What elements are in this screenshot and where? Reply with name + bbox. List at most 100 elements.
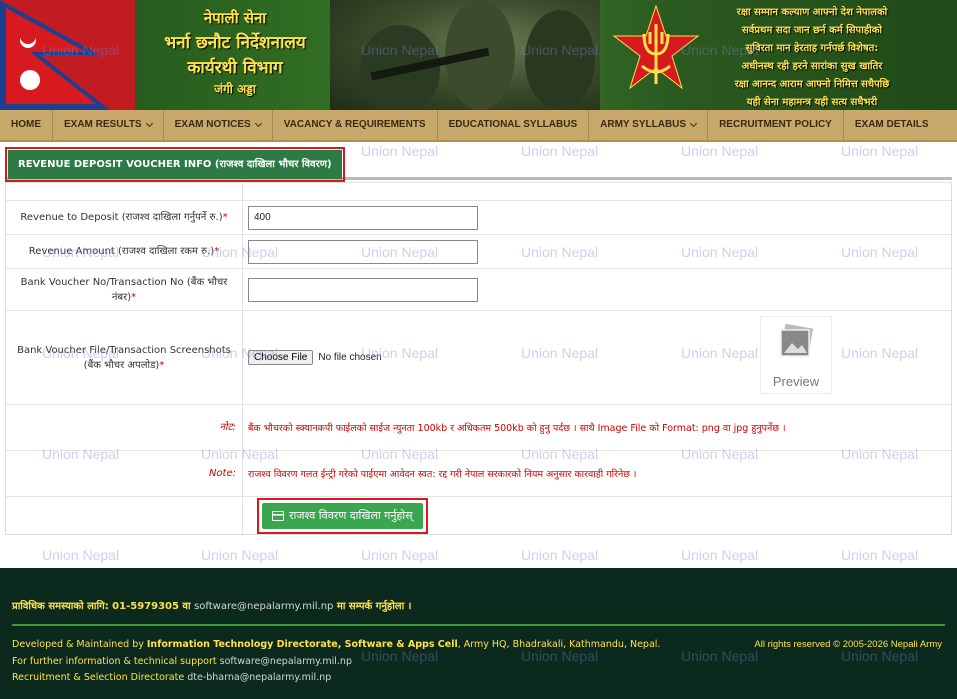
- watermark: Union Nepal: [841, 547, 919, 563]
- watermark: Union Nepal: [201, 547, 279, 563]
- voucher-no-input[interactable]: [248, 277, 478, 302]
- support-line: प्राविधिक समस्याको लागि: 01-5979305 वा s…: [12, 598, 411, 612]
- submit-label: राजश्व विवरण दाखिला गर्नुहोस्: [289, 509, 413, 522]
- field-cell: Choose File No file chosen: [243, 311, 951, 404]
- revenue-to-deposit-input[interactable]: 400: [248, 205, 478, 230]
- support-email[interactable]: software@nepalarmy.mil.np: [194, 601, 333, 612]
- copyright: All rights reserved © 2005-2026 Nepali A…: [754, 639, 942, 650]
- field-cell: 400: [243, 201, 951, 234]
- footer: प्राविधिक समस्याको लागि: 01-5979305 वा s…: [0, 568, 957, 699]
- choose-file-button[interactable]: Choose File: [248, 350, 314, 365]
- soldiers-image: [330, 0, 600, 110]
- note2-text: राजश्व विवरण गलत ईन्ट्री गरेको पाईएमा आव…: [248, 469, 637, 480]
- banner-line1: नेपाली सेना: [203, 9, 267, 27]
- empty-cell: [243, 183, 951, 200]
- revenue-amount-input[interactable]: [248, 239, 478, 264]
- row-note1: नोट: बैंक भौचरको स्क्यानकपी फाईलको साईज …: [6, 404, 951, 450]
- field-cell: [243, 235, 951, 268]
- motto-line: यही सेना महामन्त्र यही सत्य सधैभरी: [746, 97, 878, 108]
- nav-label: ARMY SYLLABUS: [600, 119, 687, 130]
- motto-line: अधीनस्थ रही हरने सारांका सुख खातिर: [741, 61, 883, 72]
- watermark: Union Nepal: [681, 547, 759, 563]
- credit-card-icon: [272, 510, 284, 521]
- label-voucher-no: Bank Voucher No/Transaction No (बैंक भौच…: [6, 269, 243, 310]
- nav-label: HOME: [11, 119, 41, 130]
- label-text: Bank Voucher No/Transaction No (बैंक भौच…: [20, 276, 228, 303]
- nav-label: EXAM RESULTS: [64, 119, 142, 130]
- row-voucher-no: Bank Voucher No/Transaction No (बैंक भौच…: [6, 268, 951, 310]
- info-email[interactable]: software@nepalarmy.mil.np: [220, 656, 352, 667]
- file-status: No file chosen: [318, 352, 382, 363]
- nav-recruitment-policy[interactable]: RECRUITMENT POLICY: [708, 110, 844, 140]
- submit-highlight: राजश्व विवरण दाखिला गर्नुहोस्: [257, 497, 428, 534]
- nav-exam-notices[interactable]: EXAM NOTICES: [164, 110, 273, 140]
- info-label: For further information & technical supp…: [12, 656, 217, 667]
- tab-revenue-deposit[interactable]: REVENUE DEPOSIT VOUCHER INFO (राजश्व दाख…: [5, 147, 345, 182]
- nav-exam-details[interactable]: EXAM DETAILS: [844, 110, 940, 140]
- required-mark: *: [159, 359, 165, 371]
- nav-exam-results[interactable]: EXAM RESULTS: [53, 110, 164, 140]
- label-text: Revenue to Deposit (राजश्व दाखिला गर्नुप…: [20, 212, 223, 223]
- motto-line: रक्षा आनन्द आराम आफ्नो निमित्त सधैपछि: [734, 79, 890, 90]
- dev-text: , Army HQ, Bhadrakali, Kathmandu, Nepal.: [457, 639, 661, 650]
- note1-text: बैंक भौचरको स्क्यानकपी फाईलको साईज न्युन…: [248, 423, 786, 434]
- rsd-line: Recruitment & Selection Directorate dte-…: [12, 672, 331, 683]
- row-revenue-to-deposit: Revenue to Deposit (राजश्व दाखिला गर्नुप…: [6, 200, 951, 234]
- chevron-down-icon: [690, 119, 698, 128]
- banner-line4: जंगी अड्डा: [214, 82, 256, 96]
- nav-educational-syllabus[interactable]: EDUCATIONAL SYLLABUS: [438, 110, 590, 140]
- label-revenue-to-deposit: Revenue to Deposit (राजश्व दाखिला गर्नुप…: [6, 201, 243, 234]
- chevron-down-icon: [254, 119, 262, 128]
- rsd-email[interactable]: dte-bharna@nepalarmy.mil.np: [187, 672, 331, 683]
- header-banner: नेपाली सेना भर्ना छनौट निर्देशनालय कार्य…: [0, 0, 957, 110]
- tab-bar: REVENUE DEPOSIT VOUCHER INFO (राजश्व दाख…: [5, 147, 952, 182]
- nav-label: RECRUITMENT POLICY: [719, 119, 832, 130]
- label-voucher-file: Bank Voucher File/Transaction Screenshot…: [6, 311, 243, 404]
- preview-label: Preview: [772, 374, 820, 389]
- motto-line: सुविरता मान हेरताह गर्नपर्छ विशेषत:: [745, 43, 879, 54]
- support-text: मा सम्पर्क गर्नुहोला ।: [333, 601, 412, 612]
- banner-line3: कार्यरथी विभाग: [187, 58, 283, 78]
- note2-label: Note:: [6, 451, 243, 496]
- chevron-down-icon: [145, 119, 153, 128]
- nav-home[interactable]: HOME: [0, 110, 53, 140]
- label-revenue-amount: Revenue Amount (राजश्व दाखिला रकम रु.)*: [6, 235, 243, 268]
- required-mark: *: [131, 291, 137, 303]
- row-submit: राजश्व विवरण दाखिला गर्नुहोस्: [6, 496, 951, 534]
- nav-army-syllabus[interactable]: ARMY SYLLABUS: [589, 110, 709, 140]
- row-revenue-amount: Revenue Amount (राजश्व दाखिला रकम रु.)*: [6, 234, 951, 268]
- banner-line2: भर्ना छनौट निर्देशनालय: [164, 33, 306, 53]
- voucher-preview: Preview: [760, 316, 832, 394]
- developer-line: Developed & Maintained by Information Te…: [12, 639, 660, 650]
- required-mark: *: [222, 212, 228, 223]
- main-nav: HOME EXAM RESULTS EXAM NOTICES VACANCY &…: [0, 110, 957, 142]
- required-mark: *: [214, 246, 220, 257]
- submit-revenue-button[interactable]: राजश्व विवरण दाखिला गर्नुहोस्: [262, 502, 423, 529]
- info-line: For further information & technical supp…: [12, 656, 352, 667]
- nepal-flag-icon: [0, 0, 135, 110]
- watermark: Union Nepal: [521, 547, 599, 563]
- army-emblem-icon: [612, 4, 700, 90]
- motto-line: सर्वप्रथम सदा जान छर्न कर्म सिपाहीको: [741, 25, 883, 36]
- note1-label: नोट:: [6, 405, 243, 450]
- dev-text: Developed & Maintained by: [12, 639, 147, 650]
- rsd-label: Recruitment & Selection Directorate: [12, 672, 185, 683]
- empty-cell: [6, 497, 243, 534]
- submit-cell: राजश्व विवरण दाखिला गर्नुहोस्: [243, 497, 951, 534]
- support-text: प्राविधिक समस्याको लागि: 01-5979305 वा: [12, 601, 195, 612]
- dev-org: Information Technology Directorate, Soft…: [146, 639, 458, 650]
- nav-label: VACANCY & REQUIREMENTS: [283, 119, 426, 130]
- label-text: Revenue Amount (राजश्व दाखिला रकम रु.): [28, 246, 215, 257]
- motto-line: रक्षा सम्मान कल्याण आफ्नो देश नेपालको: [736, 7, 888, 18]
- empty-cell: [6, 183, 243, 200]
- nav-vacancy[interactable]: VACANCY & REQUIREMENTS: [273, 110, 438, 140]
- label-text: Bank Voucher File/Transaction Screenshot…: [17, 344, 231, 371]
- nav-label: EDUCATIONAL SYLLABUS: [448, 119, 578, 130]
- watermark: Union Nepal: [42, 547, 120, 563]
- form-spacer-row: [6, 182, 951, 200]
- nav-label: EXAM NOTICES: [174, 119, 251, 130]
- footer-divider: [12, 624, 945, 626]
- nav-label: EXAM DETAILS: [854, 119, 929, 130]
- image-placeholder-icon: [780, 323, 814, 357]
- watermark: Union Nepal: [361, 547, 439, 563]
